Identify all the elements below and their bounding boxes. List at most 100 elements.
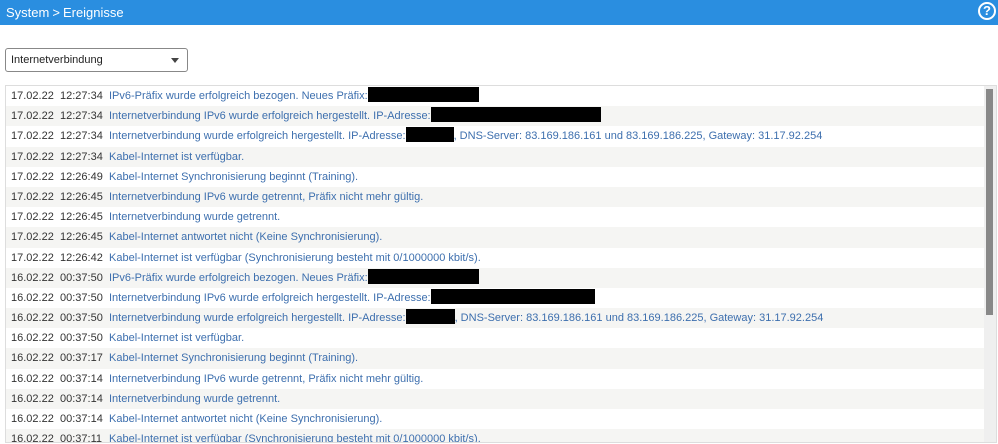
redaction-box <box>405 309 455 325</box>
message-text: Kabel-Internet antwortet nicht (Keine Sy… <box>109 413 383 425</box>
event-date: 17.02.22 <box>11 251 54 264</box>
message-text: Internetverbindung IPv6 wurde erfolgreic… <box>109 291 431 304</box>
message-text: Kabel-Internet ist verfügbar (Synchronis… <box>109 433 481 443</box>
event-row: 16.02.22 00:37:50 IPv6-Präfix wurde erfolg… <box>6 267 986 288</box>
event-date: 16.02.22 <box>11 433 54 443</box>
message-text-rest: , DNS-Server: 83.169.186.161 und 83.169.… <box>454 312 824 325</box>
event-row: 17.02.22 12:27:34 Internetverbindung wurde… <box>6 126 986 146</box>
event-date: 16.02.22 <box>11 392 54 405</box>
redaction-box <box>430 107 601 123</box>
event-time: 12:27:34 <box>60 130 103 143</box>
event-row: 17.02.22 12:26:45 Internetverbindung IPv6 … <box>6 186 986 208</box>
event-time: 12:27:34 <box>60 110 103 123</box>
event-time: 12:26:45 <box>60 211 103 224</box>
message-text: Internetverbindung wurde getrennt. <box>109 211 281 224</box>
dropdown-arrow-icon <box>171 58 179 63</box>
message-text: Internetverbindung IPv6 wurde erfolgreic… <box>109 110 431 123</box>
event-date: 17.02.22 <box>11 110 54 123</box>
event-row: 17.02.22 12:26:49 Kabel-Internet Synchroni… <box>6 167 986 187</box>
event-message: Internetverbindung wurde getrennt. <box>109 389 280 409</box>
event-time: 00:37:50 <box>60 291 103 304</box>
event-message: Kabel-Internet antwortet nicht (Keine Sy… <box>109 227 382 247</box>
scrollbar-thumb[interactable] <box>986 89 993 315</box>
redaction-box <box>367 87 479 102</box>
message-text: Internetverbindung wurde erfolgreich her… <box>109 312 406 325</box>
message-text: Internetverbindung wurde getrennt. <box>109 392 281 405</box>
event-date: 17.02.22 <box>11 90 54 102</box>
event-time: 12:27:34 <box>60 150 103 163</box>
message-text: Kabel-Internet ist verfügbar (Synchronis… <box>109 251 481 264</box>
event-time: 00:37:11 <box>60 433 103 443</box>
message-text: Internetverbindung wurde erfolgreich her… <box>109 130 406 143</box>
event-message: Internetverbindung wurde erfolgreich her… <box>109 126 822 146</box>
event-message: IPv6-Präfix wurde erfolgreich bezogen. N… <box>109 86 479 106</box>
event-time: 00:37:14 <box>60 392 103 405</box>
event-message: Kabel-Internet ist verfügbar (Synchronis… <box>109 248 481 268</box>
event-message: Kabel-Internet Synchronisierung beginnt … <box>109 167 358 187</box>
event-date: 16.02.22 <box>11 332 54 345</box>
event-row: 16.02.22 00:37:14 Kabel-Internet antwortet… <box>6 409 986 429</box>
message-text: Kabel-Internet Synchronisierung beginnt … <box>109 170 359 183</box>
message-text: Internetverbindung IPv6 wurde getrennt, … <box>109 372 424 385</box>
event-time: 12:26:49 <box>60 170 103 183</box>
event-time: 00:37:50 <box>60 271 103 284</box>
event-message: Kabel-Internet ist verfügbar. <box>109 328 244 348</box>
event-row: 16.02.22 00:37:50 Internetverbindung IPv6 … <box>6 288 986 308</box>
event-date: 17.02.22 <box>11 170 54 183</box>
event-message: Internetverbindung IPv6 wurde erfolgreic… <box>109 106 601 126</box>
event-time: 00:37:50 <box>60 332 103 345</box>
event-time: 00:37:50 <box>60 312 103 325</box>
event-filter-value: Internetverbindung <box>11 54 103 66</box>
event-time: 12:26:42 <box>60 251 103 264</box>
event-row: 16.02.22 00:37:14 Internetverbindung wurde… <box>6 388 986 409</box>
message-text: Kabel-Internet ist verfügbar. <box>109 332 245 345</box>
message-text: IPv6-Präfix wurde erfolgreich bezogen. N… <box>109 271 368 284</box>
event-message: Internetverbindung IPv6 wurde getrennt, … <box>109 187 423 207</box>
top-bar: System > Ereignisse ? <box>0 0 998 25</box>
event-row: 17.02.22 12:26:42 Kabel-Internet ist verfü… <box>6 248 986 268</box>
event-message: Internetverbindung IPv6 wurde getrennt, … <box>109 369 423 389</box>
event-row: 16.02.22 00:37:11 Kabel-Internet ist verfü… <box>6 429 986 443</box>
help-icon[interactable]: ? <box>978 2 996 20</box>
event-date: 16.02.22 <box>11 312 54 325</box>
event-message: Kabel-Internet Synchronisierung beginnt … <box>109 348 358 368</box>
event-time: 00:37:17 <box>60 352 103 365</box>
event-row: 17.02.22 12:26:45 Internetverbindung wurde… <box>6 207 986 227</box>
event-row: 17.02.22 12:27:34 IPv6-Präfix wurde erfolg… <box>6 86 986 106</box>
event-list: 17.02.22 12:27:34 IPv6-Präfix wurde erfolg… <box>5 85 997 443</box>
event-time: 12:27:34 <box>60 90 103 102</box>
breadcrumb-system[interactable]: System <box>6 5 49 20</box>
event-date: 17.02.22 <box>11 190 54 203</box>
event-time: 00:37:14 <box>60 413 103 425</box>
event-date: 16.02.22 <box>11 352 54 365</box>
event-row: 17.02.22 12:27:34 Internetverbindung IPv6 … <box>6 106 986 127</box>
event-time: 00:37:14 <box>60 372 103 385</box>
event-date: 17.02.22 <box>11 130 54 143</box>
redaction-box <box>367 268 479 284</box>
message-text-rest: , DNS-Server: 83.169.186.161 und 83.169.… <box>453 130 823 143</box>
event-row: 16.02.22 00:37:50 Kabel-Internet ist verfü… <box>6 328 986 348</box>
event-row: 17.02.22 12:27:34 Kabel-Internet ist verfü… <box>6 146 986 167</box>
event-date: 16.02.22 <box>11 413 54 425</box>
event-message: Kabel-Internet ist verfügbar (Synchronis… <box>109 429 481 443</box>
event-message: Kabel-Internet ist verfügbar. <box>109 147 244 167</box>
event-filter-select[interactable]: Internetverbindung <box>5 48 188 72</box>
event-row: 16.02.22 00:37:50 Internetverbindung wurde… <box>6 308 986 329</box>
scrollbar[interactable] <box>984 86 996 442</box>
event-message: Internetverbindung wurde erfolgreich her… <box>109 308 823 328</box>
message-text: Internetverbindung IPv6 wurde getrennt, … <box>109 190 424 203</box>
event-date: 16.02.22 <box>11 372 54 385</box>
event-message: Internetverbindung IPv6 wurde erfolgreic… <box>109 288 595 308</box>
event-date: 17.02.22 <box>11 150 54 163</box>
event-message: IPv6-Präfix wurde erfolgreich bezogen. N… <box>109 268 479 288</box>
event-time: 12:26:45 <box>60 231 103 244</box>
message-text: Kabel-Internet ist verfügbar. <box>109 150 245 163</box>
event-message: Internetverbindung wurde getrennt. <box>109 207 280 227</box>
event-rows: 17.02.22 12:27:34 IPv6-Präfix wurde erfolg… <box>6 86 986 443</box>
breadcrumb-ereignisse: Ereignisse <box>62 5 124 20</box>
event-row: 16.02.22 00:37:14 Internetverbindung IPv6 … <box>6 369 986 389</box>
event-date: 16.02.22 <box>11 271 54 284</box>
event-date: 17.02.22 <box>11 231 54 244</box>
event-row: 17.02.22 12:26:45 Kabel-Internet antwortet… <box>6 227 986 248</box>
breadcrumb-separator: > <box>52 5 60 20</box>
